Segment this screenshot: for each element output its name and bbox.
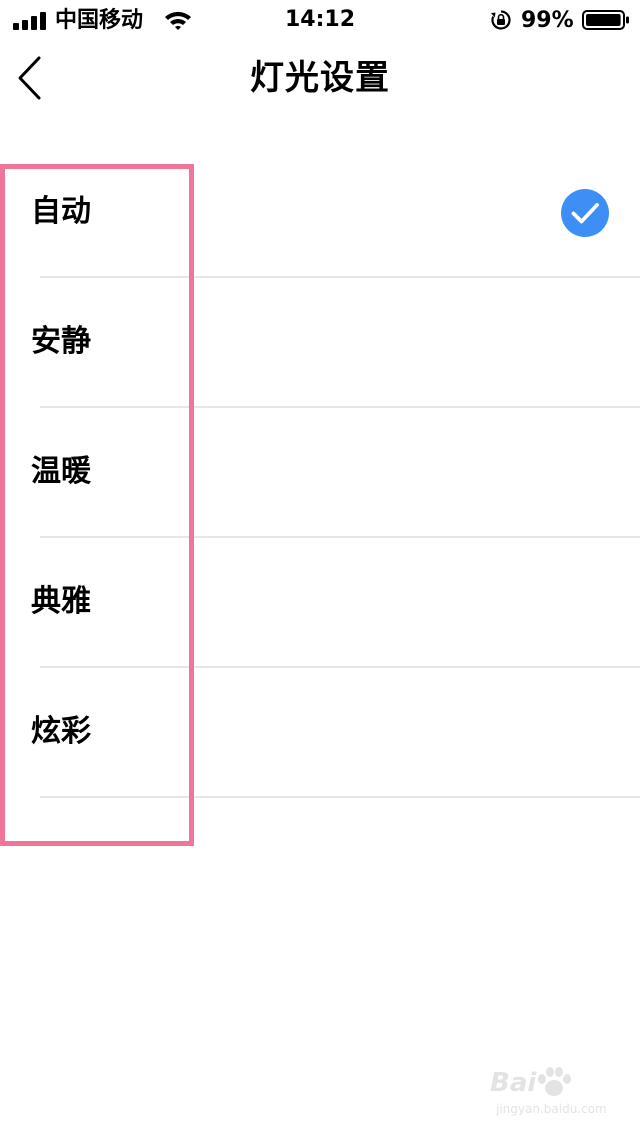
option-label: 温暖	[31, 454, 91, 489]
watermark: Bai jingyan.baidu.com	[490, 1064, 620, 1124]
status-bar: 中国移动 14:12 99%	[0, 0, 640, 40]
battery-icon	[582, 10, 629, 30]
option-quiet[interactable]: 安静	[0, 278, 640, 408]
checkmark-selected-icon	[561, 189, 609, 237]
lighting-options-list: 自动 安静 温暖 典雅 炫彩	[0, 148, 640, 798]
rotation-lock-icon	[491, 10, 511, 30]
option-label: 安静	[31, 324, 91, 359]
option-elegant[interactable]: 典雅	[0, 538, 640, 668]
page-title: 灯光设置	[250, 58, 390, 98]
option-label: 炫彩	[31, 714, 91, 749]
nav-bar: 灯光设置	[0, 40, 640, 128]
option-label: 典雅	[31, 584, 91, 619]
option-label: 自动	[31, 194, 91, 229]
divider	[40, 796, 640, 798]
option-colorful[interactable]: 炫彩	[0, 668, 640, 798]
paw-icon	[538, 1067, 571, 1096]
option-auto[interactable]: 自动	[0, 148, 640, 278]
watermark-url: jingyan.baidu.com	[496, 1102, 607, 1116]
option-warm[interactable]: 温暖	[0, 408, 640, 538]
battery-percent: 99%	[521, 8, 574, 33]
watermark-brand: Bai	[490, 1068, 537, 1098]
